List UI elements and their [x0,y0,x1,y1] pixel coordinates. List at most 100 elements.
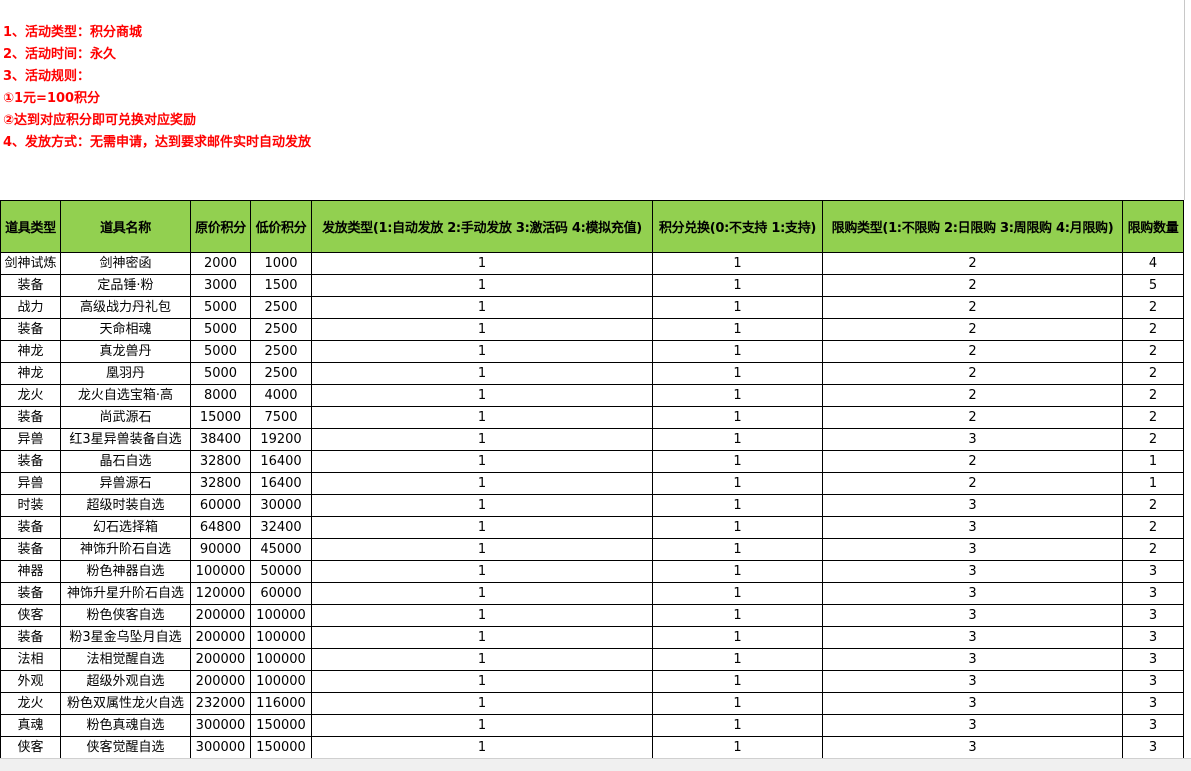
cell-original-points[interactable]: 90000 [190,538,251,561]
col-header-points-exchange[interactable]: 积分兑换(0:不支持 1:支持) [652,200,823,253]
cell-item-name[interactable]: 天命相魂 [60,318,191,341]
cell-limit-count[interactable]: 2 [1122,296,1184,319]
cell-points-exchange[interactable]: 1 [652,472,823,495]
cell-low-points[interactable]: 60000 [250,582,312,605]
cell-limit-type[interactable]: 3 [822,626,1123,649]
cell-distribution-type[interactable]: 1 [311,450,653,473]
cell-limit-type[interactable]: 2 [822,362,1123,385]
col-header-limit-count[interactable]: 限购数量 [1122,200,1184,253]
cell-low-points[interactable]: 19200 [250,428,312,451]
cell-item-type[interactable]: 外观 [0,670,61,693]
cell-low-points[interactable]: 116000 [250,692,312,715]
cell-points-exchange[interactable]: 1 [652,318,823,341]
cell-distribution-type[interactable]: 1 [311,406,653,429]
cell-original-points[interactable]: 2000 [190,252,251,275]
cell-points-exchange[interactable]: 1 [652,604,823,627]
cell-item-type[interactable]: 装备 [0,406,61,429]
cell-item-name[interactable]: 幻石选择箱 [60,516,191,539]
cell-original-points[interactable]: 38400 [190,428,251,451]
col-header-original-points[interactable]: 原价积分 [190,200,251,253]
cell-low-points[interactable]: 2500 [250,318,312,341]
cell-points-exchange[interactable]: 1 [652,648,823,671]
cell-distribution-type[interactable]: 1 [311,428,653,451]
cell-original-points[interactable]: 100000 [190,560,251,583]
cell-distribution-type[interactable]: 1 [311,296,653,319]
cell-points-exchange[interactable]: 1 [652,560,823,583]
cell-limit-count[interactable]: 1 [1122,450,1184,473]
cell-low-points[interactable]: 1500 [250,274,312,297]
cell-limit-type[interactable]: 2 [822,318,1123,341]
cell-limit-count[interactable]: 2 [1122,538,1184,561]
cell-original-points[interactable]: 5000 [190,296,251,319]
cell-low-points[interactable]: 150000 [250,736,312,759]
cell-low-points[interactable]: 100000 [250,670,312,693]
cell-points-exchange[interactable]: 1 [652,714,823,737]
cell-distribution-type[interactable]: 1 [311,714,653,737]
cell-original-points[interactable]: 32800 [190,450,251,473]
cell-low-points[interactable]: 32400 [250,516,312,539]
cell-item-name[interactable]: 尚武源石 [60,406,191,429]
cell-limit-type[interactable]: 2 [822,472,1123,495]
cell-item-name[interactable]: 粉色双属性龙火自选 [60,692,191,715]
cell-limit-type[interactable]: 2 [822,252,1123,275]
cell-item-type[interactable]: 装备 [0,626,61,649]
cell-limit-count[interactable]: 2 [1122,428,1184,451]
cell-low-points[interactable]: 100000 [250,626,312,649]
cell-distribution-type[interactable]: 1 [311,318,653,341]
cell-distribution-type[interactable]: 1 [311,538,653,561]
cell-original-points[interactable]: 32800 [190,472,251,495]
cell-item-type[interactable]: 异兽 [0,428,61,451]
col-header-item-type[interactable]: 道具类型 [0,200,61,253]
cell-points-exchange[interactable]: 1 [652,538,823,561]
cell-original-points[interactable]: 5000 [190,318,251,341]
cell-points-exchange[interactable]: 1 [652,428,823,451]
cell-low-points[interactable]: 150000 [250,714,312,737]
cell-item-name[interactable]: 凰羽丹 [60,362,191,385]
cell-distribution-type[interactable]: 1 [311,516,653,539]
cell-original-points[interactable]: 15000 [190,406,251,429]
cell-limit-count[interactable]: 3 [1122,714,1184,737]
col-header-limit-type[interactable]: 限购类型(1:不限购 2:日限购 3:周限购 4:月限购) [822,200,1123,253]
cell-item-type[interactable]: 装备 [0,318,61,341]
cell-item-name[interactable]: 定品锤·粉 [60,274,191,297]
cell-original-points[interactable]: 5000 [190,340,251,363]
cell-limit-type[interactable]: 3 [822,494,1123,517]
cell-limit-count[interactable]: 3 [1122,560,1184,583]
cell-original-points[interactable]: 60000 [190,494,251,517]
cell-distribution-type[interactable]: 1 [311,626,653,649]
cell-limit-type[interactable]: 3 [822,560,1123,583]
cell-points-exchange[interactable]: 1 [652,692,823,715]
cell-limit-count[interactable]: 2 [1122,318,1184,341]
cell-distribution-type[interactable]: 1 [311,472,653,495]
cell-item-name[interactable]: 超级外观自选 [60,670,191,693]
cell-points-exchange[interactable]: 1 [652,406,823,429]
cell-item-type[interactable]: 神龙 [0,362,61,385]
cell-limit-count[interactable]: 1 [1122,472,1184,495]
cell-limit-count[interactable]: 3 [1122,692,1184,715]
cell-limit-type[interactable]: 3 [822,428,1123,451]
cell-original-points[interactable]: 3000 [190,274,251,297]
cell-item-name[interactable]: 红3星异兽装备自选 [60,428,191,451]
cell-original-points[interactable]: 300000 [190,736,251,759]
cell-low-points[interactable]: 100000 [250,604,312,627]
cell-limit-count[interactable]: 3 [1122,670,1184,693]
cell-points-exchange[interactable]: 1 [652,274,823,297]
cell-item-name[interactable]: 法相觉醒自选 [60,648,191,671]
cell-limit-count[interactable]: 3 [1122,604,1184,627]
cell-limit-type[interactable]: 3 [822,648,1123,671]
cell-distribution-type[interactable]: 1 [311,692,653,715]
cell-item-name[interactable]: 粉色神器自选 [60,560,191,583]
cell-distribution-type[interactable]: 1 [311,362,653,385]
cell-item-type[interactable]: 战力 [0,296,61,319]
col-header-distribution-type[interactable]: 发放类型(1:自动发放 2:手动发放 3:激活码 4:模拟充值) [311,200,653,253]
cell-points-exchange[interactable]: 1 [652,516,823,539]
cell-item-type[interactable]: 装备 [0,274,61,297]
cell-item-type[interactable]: 装备 [0,582,61,605]
cell-low-points[interactable]: 100000 [250,648,312,671]
cell-original-points[interactable]: 64800 [190,516,251,539]
cell-limit-count[interactable]: 2 [1122,494,1184,517]
cell-item-name[interactable]: 粉色侠客自选 [60,604,191,627]
cell-original-points[interactable]: 8000 [190,384,251,407]
cell-limit-type[interactable]: 3 [822,604,1123,627]
cell-distribution-type[interactable]: 1 [311,252,653,275]
